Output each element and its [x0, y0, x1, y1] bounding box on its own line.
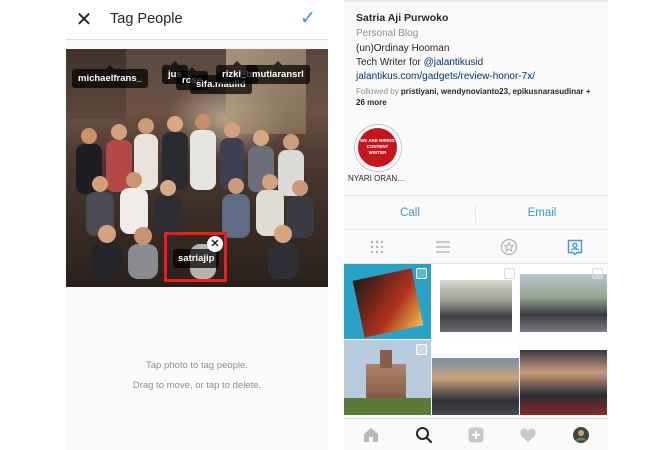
grid-photo[interactable] [520, 264, 607, 339]
bio-mention-link[interactable]: @jalantikusid [424, 57, 484, 68]
followed-by[interactable]: Followed by pristiyani, wendynovianto23,… [356, 86, 600, 108]
tag-hint-secondary: Drag to move, or tap to delete. [132, 380, 262, 391]
heart-icon[interactable] [518, 425, 538, 445]
highlight-label: NYARI ORAN… [348, 174, 406, 183]
tag-people-screen: ✕ Tag People ✓ michaelfrans_ jus sifa.ma… [66, 0, 328, 450]
selected-tag-highlight[interactable]: satriajip ✕ [164, 232, 227, 282]
user-tag[interactable]: mutiaransrl [246, 61, 310, 84]
grid-icon[interactable] [367, 237, 387, 257]
delete-tag-icon[interactable]: ✕ [207, 236, 223, 252]
profile-website-link[interactable]: jalantikus.com/gadgets/review-honor-7x/ [356, 71, 535, 82]
profile-screen: Satria Aji Purwoko Personal Blog (un)Ord… [344, 0, 608, 450]
tagged-star-icon[interactable] [499, 237, 519, 257]
home-icon[interactable] [361, 425, 381, 445]
highlight-cover: WE ARE HIRING CONTENT WRITER [358, 128, 397, 167]
grid-photo[interactable] [344, 264, 431, 339]
grid-photo[interactable] [432, 264, 519, 339]
bottom-nav [344, 418, 608, 450]
grid-photo[interactable] [344, 340, 431, 415]
top-divider [344, 0, 608, 2]
followed-by-prefix: Followed by [356, 87, 401, 96]
grid-photo[interactable] [432, 340, 519, 415]
select-checkbox[interactable] [416, 268, 427, 279]
story-highlight[interactable]: WE ARE HIRING CONTENT WRITER [354, 124, 402, 172]
divider [344, 229, 608, 230]
tagged-photos-grid [344, 264, 608, 416]
call-button[interactable]: Call [344, 200, 476, 226]
select-checkbox[interactable] [504, 268, 515, 279]
profile-bio: (un)Ordinay Hooman [356, 43, 450, 54]
divider [344, 195, 608, 196]
select-checkbox[interactable] [592, 268, 603, 279]
add-icon[interactable] [466, 425, 486, 445]
user-tag[interactable]: michaelfrans_ [72, 65, 148, 88]
checkmark-icon[interactable]: ✓ [296, 7, 320, 31]
profile-category: Personal Blog [356, 28, 419, 39]
tag-hint: Tap photo to tag people. [146, 360, 248, 371]
profile-bio-line2: Tech Writer for @jalantikusid [356, 57, 483, 68]
profile-avatar[interactable] [571, 425, 591, 445]
top-bar: ✕ Tag People ✓ [66, 0, 328, 40]
page-title: Tag People [110, 11, 183, 27]
search-icon[interactable] [414, 425, 434, 445]
profile-name: Satria Aji Purwoko [356, 12, 449, 24]
list-icon[interactable] [433, 237, 453, 257]
group-photo[interactable]: michaelfrans_ jus rose sifa.maulid rizki… [66, 49, 328, 287]
bio-text: Tech Writer for [356, 57, 424, 68]
followed-by-names[interactable]: pristiyani, wendynovianto23, epikusnaras… [401, 87, 584, 96]
email-button[interactable]: Email [476, 200, 608, 226]
grid-photo[interactable] [520, 340, 607, 415]
close-icon[interactable]: ✕ [72, 8, 96, 32]
tagged-person-icon[interactable] [565, 237, 585, 257]
select-checkbox[interactable] [416, 344, 427, 355]
